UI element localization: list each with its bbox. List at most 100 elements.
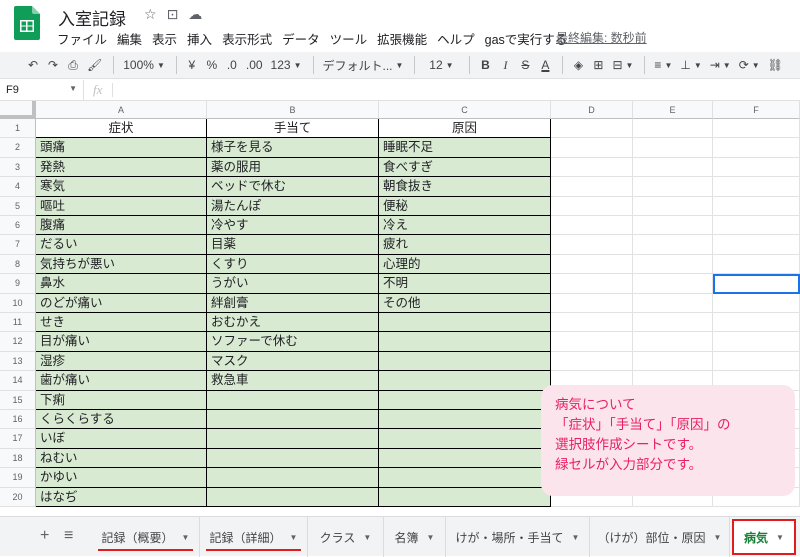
tab-roster[interactable]: 名簿 ▼ (384, 517, 446, 557)
increase-decimal-button[interactable]: .00 (243, 54, 266, 76)
row-header[interactable]: 18 (0, 448, 36, 469)
empty-cell[interactable] (633, 235, 713, 255)
row-header[interactable]: 12 (0, 332, 36, 352)
table-cell[interactable]: 冷やす (207, 216, 379, 236)
table-cell[interactable]: 寒気 (36, 177, 207, 197)
row-header[interactable]: 3 (0, 157, 36, 178)
row-header[interactable]: 10 (0, 293, 36, 313)
table-cell[interactable] (379, 448, 551, 469)
empty-cell[interactable] (713, 293, 800, 313)
column-header[interactable]: C (379, 101, 551, 119)
text-rotate-icon[interactable]: ⟳ ▼ (736, 54, 763, 76)
add-sheet-icon[interactable]: + (40, 527, 49, 545)
menu-help[interactable]: ヘルプ (432, 29, 480, 48)
empty-cell[interactable] (633, 274, 713, 294)
table-cell[interactable]: せき (36, 313, 207, 333)
table-cell[interactable]: かゆい (36, 468, 207, 488)
row-header[interactable]: 13 (0, 351, 36, 372)
merge-cells-icon[interactable]: ⊟ ▼ (609, 54, 636, 76)
currency-format-button[interactable]: ¥ (183, 54, 201, 76)
table-cell[interactable]: 冷え (379, 216, 551, 236)
table-cell[interactable]: 腹痛 (36, 216, 207, 236)
row-header[interactable]: 9 (0, 274, 36, 294)
empty-cell[interactable] (551, 235, 633, 255)
table-header-cell[interactable]: 手当て (207, 119, 379, 139)
row-header[interactable]: 16 (0, 410, 36, 430)
table-cell[interactable]: 便秘 (379, 196, 551, 216)
fill-color-icon[interactable]: ◈ (569, 54, 587, 76)
last-edit-link[interactable]: 最終編集: 数秒前 (556, 29, 647, 46)
empty-cell[interactable] (633, 177, 713, 197)
row-header[interactable]: 8 (0, 254, 36, 275)
empty-cell[interactable] (713, 254, 800, 275)
empty-cell[interactable] (713, 157, 800, 178)
row-header[interactable]: 5 (0, 196, 36, 216)
horizontal-align-icon[interactable]: ≡ ▼ (651, 54, 675, 76)
row-header[interactable]: 7 (0, 235, 36, 255)
table-cell[interactable]: 朝食抜き (379, 177, 551, 197)
tab-illness[interactable]: 病気 ▼ (732, 519, 796, 555)
table-cell[interactable]: 救急車 (207, 371, 379, 391)
column-header[interactable]: D (551, 101, 633, 119)
empty-cell[interactable] (551, 196, 633, 216)
bold-button[interactable]: B (476, 54, 494, 76)
empty-cell[interactable] (713, 216, 800, 236)
all-sheets-icon[interactable]: ≡ (64, 527, 73, 545)
table-cell[interactable]: 湯たんぽ (207, 196, 379, 216)
undo-icon[interactable]: ↶ (24, 54, 42, 76)
table-cell[interactable]: いぼ (36, 429, 207, 449)
empty-cell[interactable] (551, 119, 633, 139)
table-cell[interactable]: ベッドで休む (207, 177, 379, 197)
table-cell[interactable]: その他 (379, 293, 551, 313)
empty-cell[interactable] (633, 157, 713, 178)
table-cell[interactable]: 睡眠不足 (379, 138, 551, 158)
empty-cell[interactable] (713, 235, 800, 255)
table-cell[interactable]: 発熱 (36, 157, 207, 178)
column-header[interactable]: A (36, 101, 207, 119)
empty-cell[interactable] (713, 177, 800, 197)
row-header[interactable]: 1 (0, 119, 36, 139)
table-cell[interactable]: うがい (207, 274, 379, 294)
table-cell[interactable]: のどが痛い (36, 293, 207, 313)
paint-format-icon[interactable]: 🖌 (84, 54, 105, 76)
document-title[interactable]: 入室記録 (58, 5, 126, 30)
menu-data[interactable]: データ (277, 29, 325, 48)
table-cell[interactable] (379, 410, 551, 430)
table-cell[interactable]: 不明 (379, 274, 551, 294)
menu-tools[interactable]: ツール (325, 29, 373, 48)
empty-cell[interactable] (551, 351, 633, 372)
row-header[interactable]: 4 (0, 177, 36, 197)
table-cell[interactable]: 目が痛い (36, 332, 207, 352)
table-cell[interactable]: 食べすぎ (379, 157, 551, 178)
text-color-button[interactable]: A (536, 54, 554, 76)
table-cell[interactable]: 目薬 (207, 235, 379, 255)
table-cell[interactable] (207, 390, 379, 410)
row-header[interactable]: 2 (0, 138, 36, 158)
empty-cell[interactable] (551, 157, 633, 178)
name-box[interactable]: F9 ▼ (0, 80, 84, 100)
selected-cell-f9[interactable] (713, 274, 800, 294)
table-cell[interactable] (379, 390, 551, 410)
percent-format-button[interactable]: % (203, 54, 221, 76)
table-cell[interactable] (207, 448, 379, 469)
menu-extensions[interactable]: 拡張機能 (372, 29, 432, 48)
cloud-status-icon[interactable]: ☁ (188, 6, 202, 23)
table-cell[interactable]: だるい (36, 235, 207, 255)
print-icon[interactable]: ⎙ (64, 54, 82, 76)
table-cell[interactable]: くすり (207, 254, 379, 275)
table-cell[interactable]: くらくらする (36, 410, 207, 430)
table-cell[interactable]: 湿疹 (36, 351, 207, 372)
table-cell[interactable]: 嘔吐 (36, 196, 207, 216)
row-header[interactable]: 6 (0, 216, 36, 236)
menu-format[interactable]: 表示形式 (217, 29, 277, 48)
table-cell[interactable] (379, 351, 551, 372)
redo-icon[interactable]: ↷ (44, 54, 62, 76)
tab-injury-place-treatment[interactable]: けが・場所・手当て ▼ (446, 517, 590, 557)
empty-cell[interactable] (551, 177, 633, 197)
empty-cell[interactable] (551, 254, 633, 275)
table-cell[interactable]: 下痢 (36, 390, 207, 410)
empty-cell[interactable] (551, 138, 633, 158)
font-size-select[interactable]: 12 ▼ (421, 54, 461, 76)
table-cell[interactable] (207, 468, 379, 488)
empty-cell[interactable] (713, 313, 800, 333)
